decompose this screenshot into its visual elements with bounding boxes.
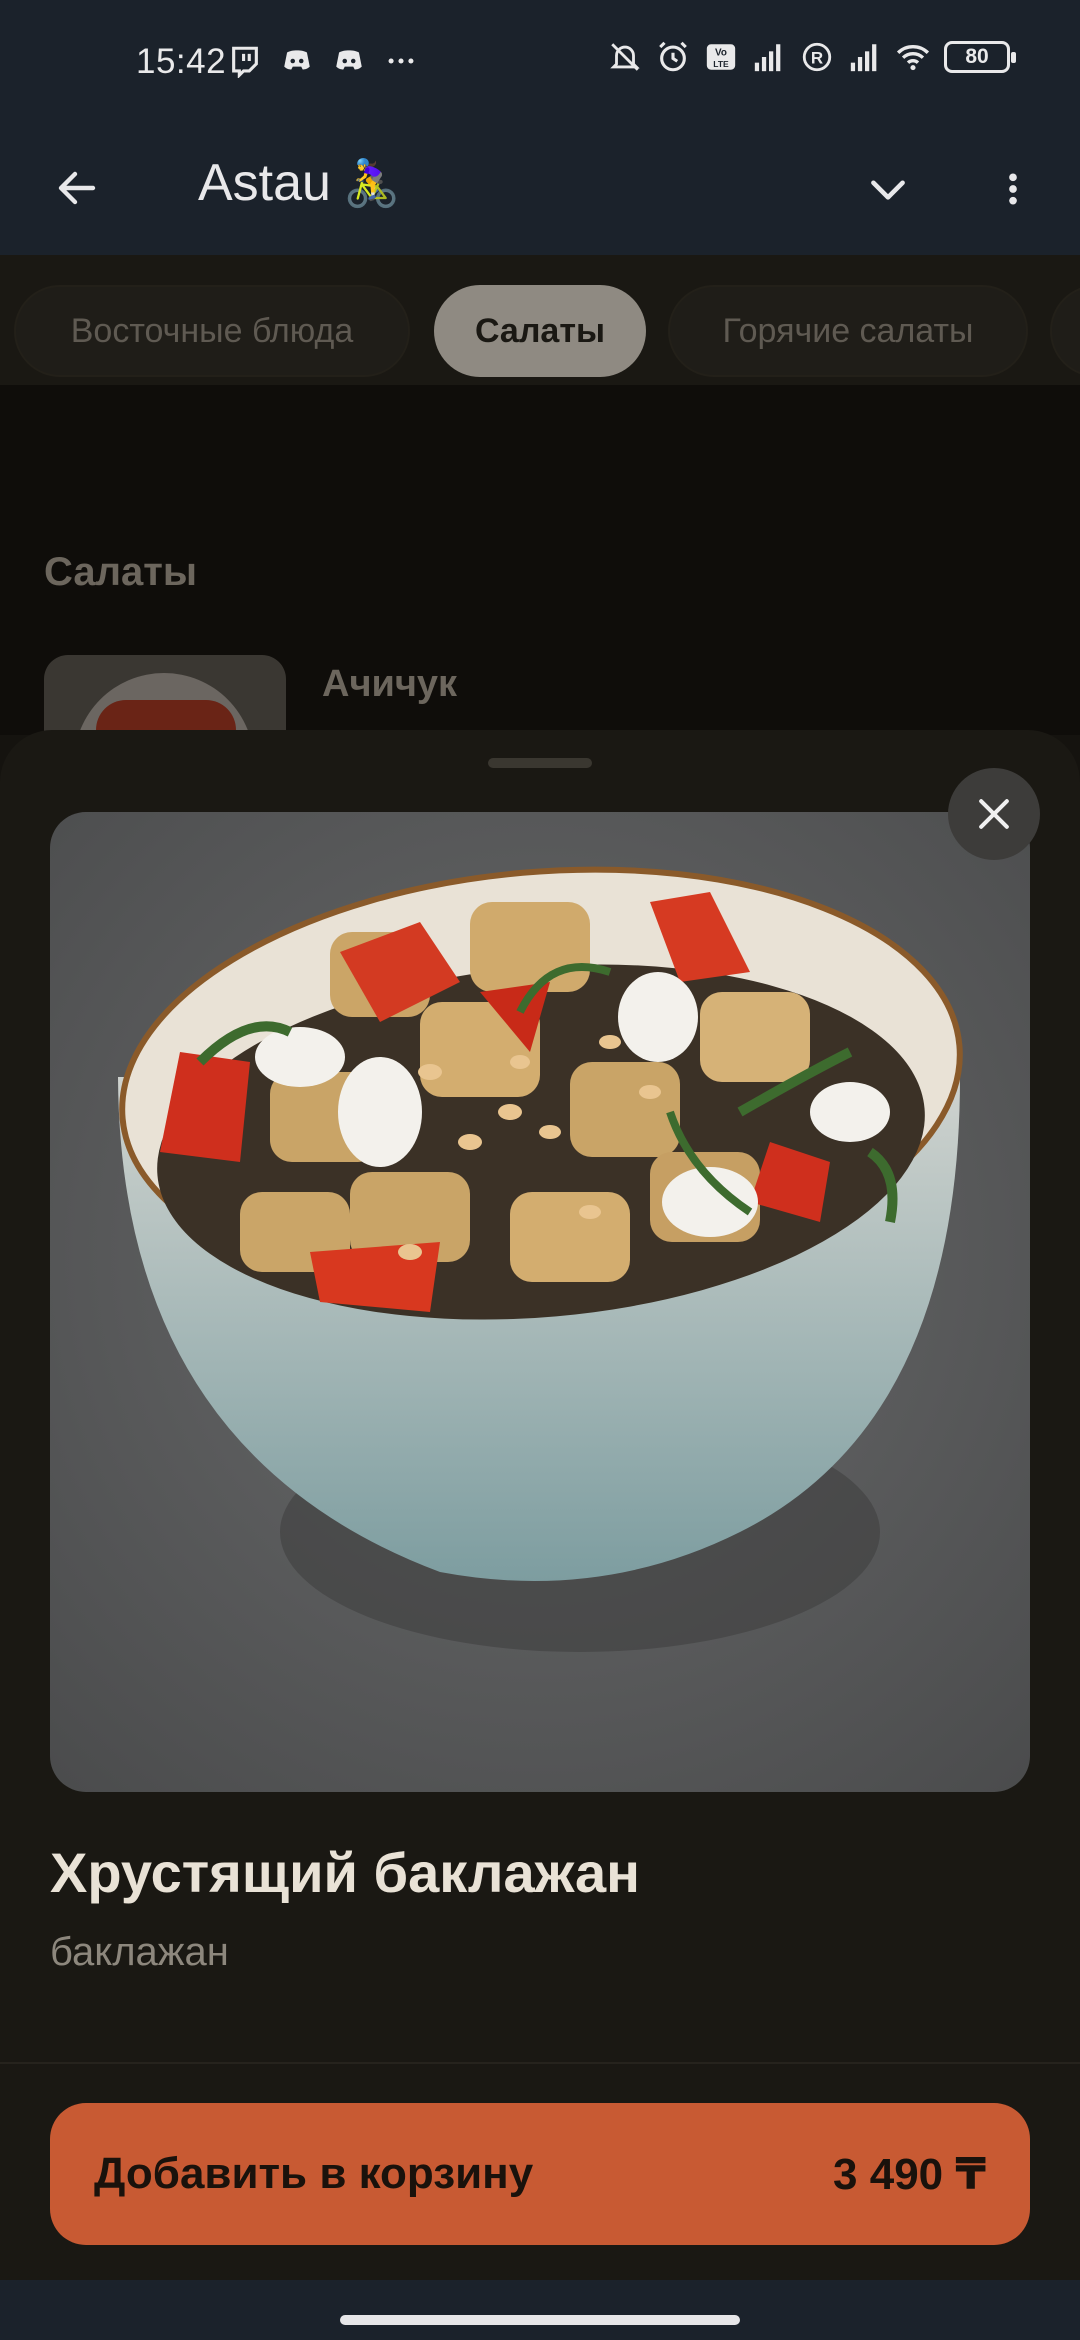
alarm-icon	[659, 41, 687, 72]
divider	[0, 2062, 1080, 2064]
chevron-down-icon	[871, 180, 905, 200]
restaurant-name: Astau	[198, 154, 331, 212]
item-name[interactable]: Ачичук	[322, 663, 457, 706]
navigation-bar	[0, 2280, 1080, 2340]
signal-icon	[850, 44, 877, 72]
app-bar: Astau 🚴‍♀️	[0, 125, 1080, 255]
svg-text:LTE: LTE	[713, 59, 729, 69]
category-chip-hot-salads[interactable]: Горячие салаты	[668, 285, 1028, 377]
category-chip-next[interactable]	[1050, 285, 1080, 377]
status-bar: 15:42 Vo LTE R 80	[0, 0, 1080, 125]
category-chip-eastern[interactable]: Восточные блюда	[14, 285, 410, 377]
dish-detail-sheet: Хрустящий баклажан баклажан Добавить в к…	[0, 730, 1080, 2340]
add-to-cart-button[interactable]: Добавить в корзину 3 490 ₸	[50, 2103, 1030, 2245]
dish-description: баклажан	[50, 1930, 229, 1974]
status-time: 15:42	[136, 42, 227, 81]
svg-text:Vo: Vo	[715, 48, 727, 59]
dish-photo	[50, 812, 1030, 1792]
wifi-icon	[896, 45, 930, 71]
more-vert-icon	[1009, 173, 1017, 205]
notification-icons	[228, 44, 418, 78]
more-options-button[interactable]	[980, 149, 1046, 229]
price: 3 490 ₸	[833, 2149, 986, 2199]
more-dots-icon	[388, 58, 414, 64]
volte-icon: VoLTE	[706, 44, 736, 70]
back-button[interactable]	[40, 151, 114, 225]
close-icon	[979, 799, 1009, 829]
cyclist-emoji-icon: 🚴‍♀️	[342, 156, 401, 209]
battery-icon: 80	[944, 41, 1016, 73]
system-icons: Vo LTE R 80	[608, 40, 1016, 74]
twitch-icon	[232, 46, 258, 78]
category-chip-salads[interactable]: Салаты	[434, 285, 646, 377]
svg-text:R: R	[811, 48, 823, 67]
sheet-drag-handle[interactable]	[488, 758, 592, 768]
section-title: Салаты	[44, 550, 198, 594]
expand-button[interactable]	[848, 149, 928, 229]
add-to-cart-label: Добавить в корзину	[94, 2149, 534, 2198]
dish-title: Хрустящий баклажан	[50, 1841, 640, 1904]
home-gesture-handle[interactable]	[340, 2315, 740, 2325]
signal-icon	[754, 44, 781, 72]
page-title: Astau 🚴‍♀️	[198, 153, 400, 213]
mute-icon	[610, 43, 640, 71]
close-button[interactable]	[948, 768, 1040, 860]
arrow-left-icon	[58, 171, 96, 205]
category-tabs: Восточные блюда Салаты Горячие салаты	[0, 255, 1080, 385]
battery-level: 80	[965, 45, 989, 68]
roaming-icon: R	[802, 42, 832, 72]
discord-icon	[336, 50, 362, 70]
menu-list: Салаты Ачичук	[0, 385, 1080, 795]
discord-icon	[284, 50, 310, 70]
